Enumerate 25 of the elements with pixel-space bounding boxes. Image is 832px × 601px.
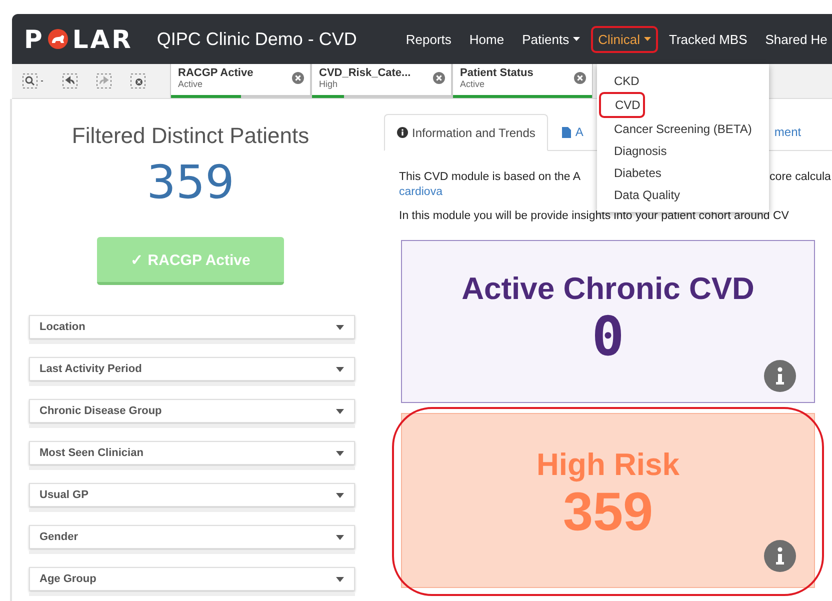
app-title: QIPC Clinic Demo - CVD bbox=[156, 28, 357, 50]
filter-label: Chronic Disease Group bbox=[40, 405, 162, 417]
logo-text: LAR bbox=[72, 24, 133, 54]
kpi-value: 0 bbox=[592, 307, 624, 366]
kpi-value: 359 bbox=[562, 483, 654, 542]
filter-label: Usual GP bbox=[40, 489, 88, 501]
filter-label: Location bbox=[40, 321, 86, 333]
chip-value: Active bbox=[460, 79, 486, 89]
chip-value: Active bbox=[178, 79, 204, 89]
kpi-title: Active Chronic CVD bbox=[462, 271, 754, 307]
intro-text: In this module you will be provide insights into your patient cohort around CV bbox=[399, 210, 790, 222]
intro-text: This CVD module is based on the A bbox=[399, 171, 581, 183]
kpi-title: High Risk bbox=[536, 447, 680, 483]
chip-field: RACGP Active bbox=[178, 67, 254, 79]
logo-text: P bbox=[24, 24, 44, 54]
summary-title: Filtered Distinct Patients bbox=[72, 123, 310, 149]
filter-label: Last Activity Period bbox=[40, 363, 142, 375]
chip-field: Patient Status bbox=[460, 67, 534, 79]
filter-label: Age Group bbox=[40, 573, 96, 585]
filter-label: Most Seen Clinician bbox=[40, 447, 144, 459]
chip-value: High bbox=[319, 79, 339, 89]
chip-field: CVD_Risk_Cate... bbox=[319, 67, 411, 79]
filter-label: Gender bbox=[40, 531, 78, 543]
patient-count: 359 bbox=[146, 155, 234, 209]
intro-text: core calcula bbox=[770, 171, 831, 183]
